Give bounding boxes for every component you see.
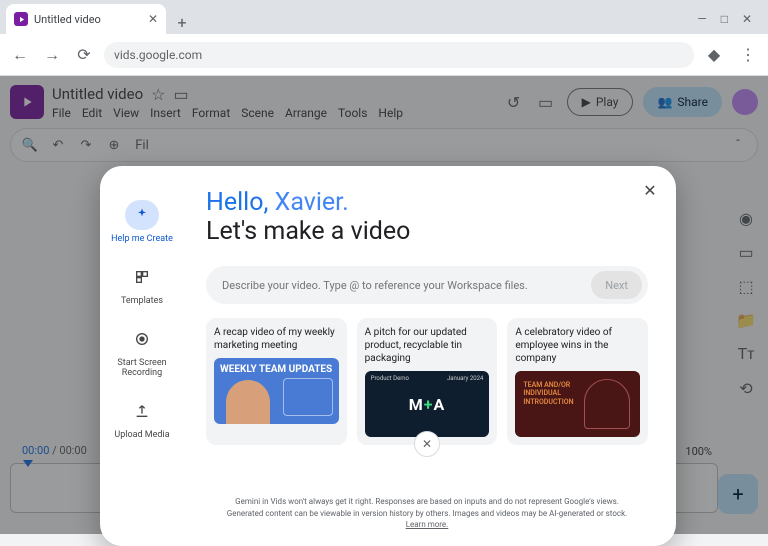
reload-button[interactable]: ⟳: [72, 43, 96, 67]
prompt-row: Next: [206, 266, 648, 304]
upload-icon: [125, 396, 159, 426]
new-tab-button[interactable]: +: [170, 10, 194, 34]
app: Untitled video ☆ ▭ File Edit View Insert…: [0, 76, 768, 534]
address-row: ← → ⟳ vids.google.com ◆ ⋮: [0, 34, 768, 76]
record-circle-icon: [125, 324, 159, 354]
next-button[interactable]: Next: [591, 271, 642, 299]
close-modal-button[interactable]: ✕: [638, 178, 662, 202]
address-bar[interactable]: vids.google.com: [104, 42, 694, 68]
extension-icon[interactable]: ◆: [702, 43, 726, 67]
card-thumbnail: Product DemoJanuary 2024 M+A: [365, 371, 490, 437]
suggestion-cards: A recap video of my weekly marketing mee…: [206, 318, 648, 445]
forward-button[interactable]: →: [40, 43, 64, 67]
card-thumbnail: WEEKLY TEAM UPDATES: [214, 358, 339, 424]
learn-more-link[interactable]: Learn more.: [406, 520, 449, 529]
maximize-button[interactable]: □: [721, 12, 728, 26]
browser-chrome: Untitled video ✕ + — □ ✕ ← → ⟳ vids.goog…: [0, 0, 768, 76]
disclaimer: Gemini in Vids won't always get it right…: [206, 496, 648, 536]
url-text: vids.google.com: [114, 48, 202, 62]
sparkle-icon: [125, 200, 159, 230]
greeting: Hello, Xavier.: [206, 188, 648, 217]
window-controls: — □ ✕: [697, 12, 762, 34]
templates-icon: [125, 262, 159, 292]
close-icon[interactable]: ✕: [148, 12, 158, 26]
suggestion-card-2[interactable]: A pitch for our updated product, recycla…: [357, 318, 498, 445]
sidebar-item-help-me-create[interactable]: Help me Create: [110, 200, 174, 244]
close-window-button[interactable]: ✕: [742, 12, 752, 26]
shuffle-button[interactable]: ✕: [414, 431, 440, 457]
chrome-menu-icon[interactable]: ⋮: [736, 43, 760, 67]
suggestion-card-1[interactable]: A recap video of my weekly marketing mee…: [206, 318, 347, 445]
minimize-button[interactable]: —: [697, 12, 706, 26]
sidebar-item-screen-recording[interactable]: Start Screen Recording: [110, 324, 174, 378]
help-me-create-modal: Help me Create Templates Start Screen Re…: [100, 166, 676, 546]
prompt-input[interactable]: [222, 279, 591, 292]
sidebar-item-templates[interactable]: Templates: [110, 262, 174, 306]
vids-favicon: [14, 12, 28, 26]
subtitle: Let's make a video: [206, 217, 648, 246]
tab-title: Untitled video: [34, 13, 101, 26]
back-button[interactable]: ←: [8, 43, 32, 67]
modal-sidebar: Help me Create Templates Start Screen Re…: [100, 166, 184, 546]
tab-strip: Untitled video ✕ + — □ ✕: [0, 0, 768, 34]
modal-main: ✕ Hello, Xavier. Let's make a video Next…: [184, 166, 676, 546]
suggestion-card-3[interactable]: A celebratory video of employee wins in …: [507, 318, 648, 445]
browser-tab[interactable]: Untitled video ✕: [6, 4, 166, 34]
card-thumbnail: TEAM AND/OR INDIVIDUAL INTRODUCTION: [515, 371, 640, 437]
sidebar-item-upload-media[interactable]: Upload Media: [110, 396, 174, 440]
